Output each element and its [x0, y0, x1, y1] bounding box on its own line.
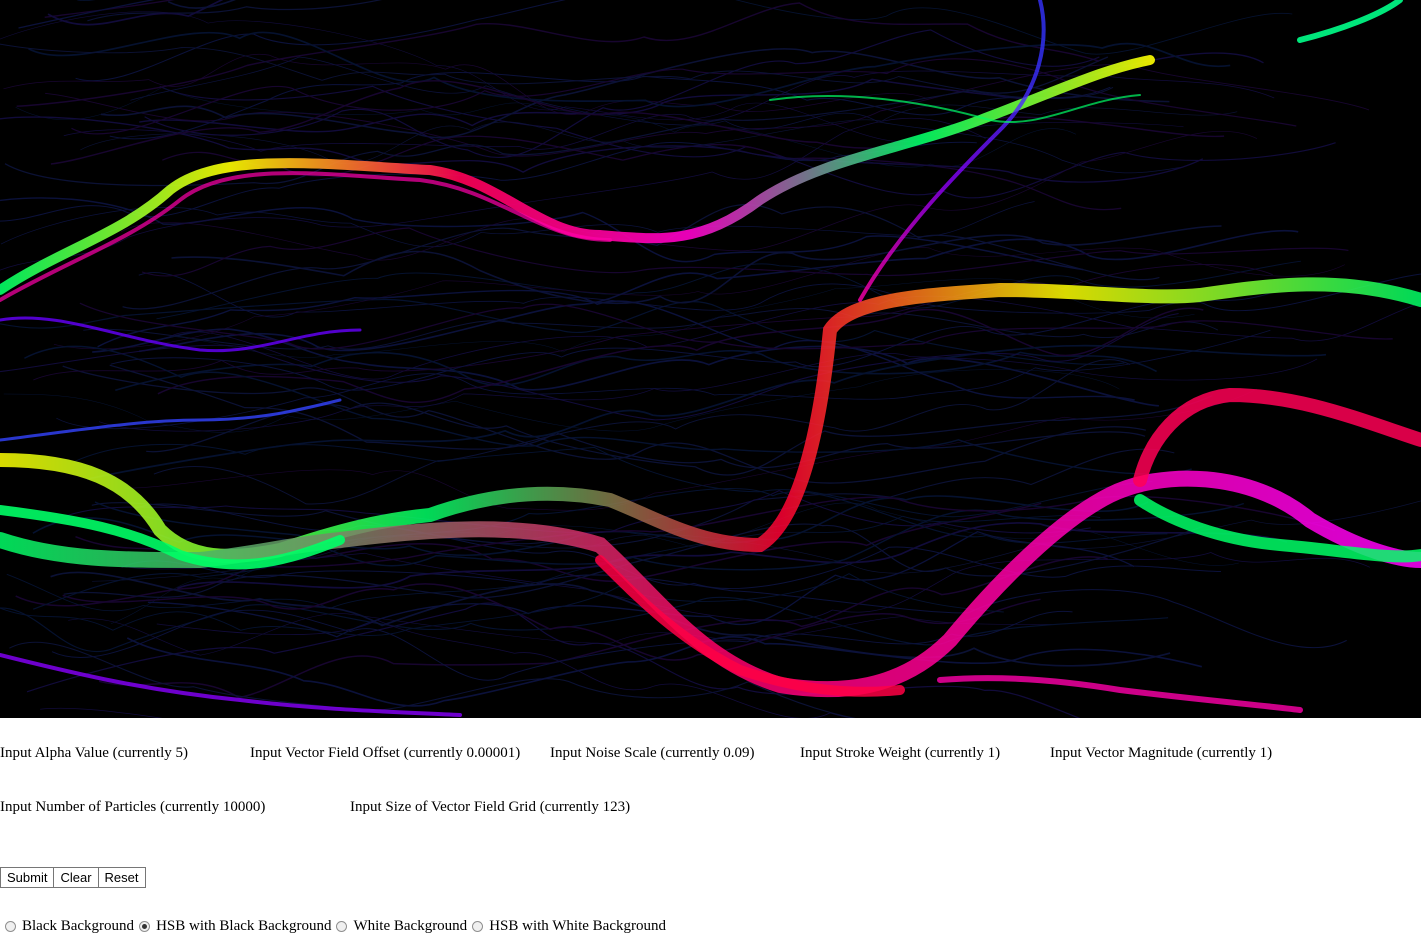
radio-black-background[interactable]	[5, 921, 16, 932]
radio-label-hsb-black-background[interactable]: HSB with Black Background	[156, 918, 331, 935]
faint-flow-line	[120, 130, 1258, 261]
submit-button[interactable]: Submit	[0, 867, 55, 888]
radio-label-white-background[interactable]: White Background	[353, 918, 467, 935]
faint-flow-line	[124, 388, 1258, 511]
radio-hsb-white-background[interactable]	[472, 921, 484, 932]
background-options: Black Background HSB with Black Backgrou…	[0, 918, 666, 935]
vector-field-offset-label: Input Vector Field Offset (currently 0.0…	[250, 745, 521, 761]
alpha-input-label: Input Alpha Value (currently 5)	[0, 745, 189, 761]
faint-flow-line	[159, 85, 1336, 199]
clear-button[interactable]: Clear	[53, 867, 99, 888]
faint-flow-line	[63, 70, 1275, 152]
flow-field-canvas	[0, 0, 1421, 718]
faint-flow-line	[144, 29, 1100, 159]
reset-button[interactable]: Reset	[97, 867, 146, 888]
faint-flow-line	[0, 116, 1204, 183]
faint-flow-line	[153, 359, 1131, 505]
faint-flow-line	[87, 0, 383, 22]
faint-flow-line	[44, 0, 176, 18]
faint-flow-line	[45, 64, 1370, 157]
radio-label-black-background[interactable]: Black Background	[22, 918, 134, 935]
flow-field-drawing	[0, 0, 1421, 718]
vector-field-grid-size-label: Input Size of Vector Field Grid (current…	[350, 799, 631, 815]
faint-flow-line	[40, 707, 163, 718]
faint-flow-line	[3, 369, 1120, 433]
faint-flow-line	[97, 289, 1135, 401]
vector-magnitude-label: Input Vector Magnitude (currently 1)	[1050, 745, 1273, 761]
stroke-weight-label: Input Stroke Weight (currently 1)	[800, 745, 1001, 761]
radio-label-hsb-white-background[interactable]: HSB with White Background	[489, 918, 666, 935]
noise-scale-label: Input Noise Scale (currently 0.09)	[550, 745, 755, 761]
action-buttons: Submit Clear Reset	[0, 867, 146, 888]
faint-flow-line	[0, 573, 1004, 636]
faint-flow-line	[126, 636, 1202, 707]
number-of-particles-label: Input Number of Particles (currently 100…	[0, 799, 266, 815]
radio-hsb-black-background[interactable]	[139, 921, 151, 932]
radio-white-background[interactable]	[336, 921, 348, 932]
